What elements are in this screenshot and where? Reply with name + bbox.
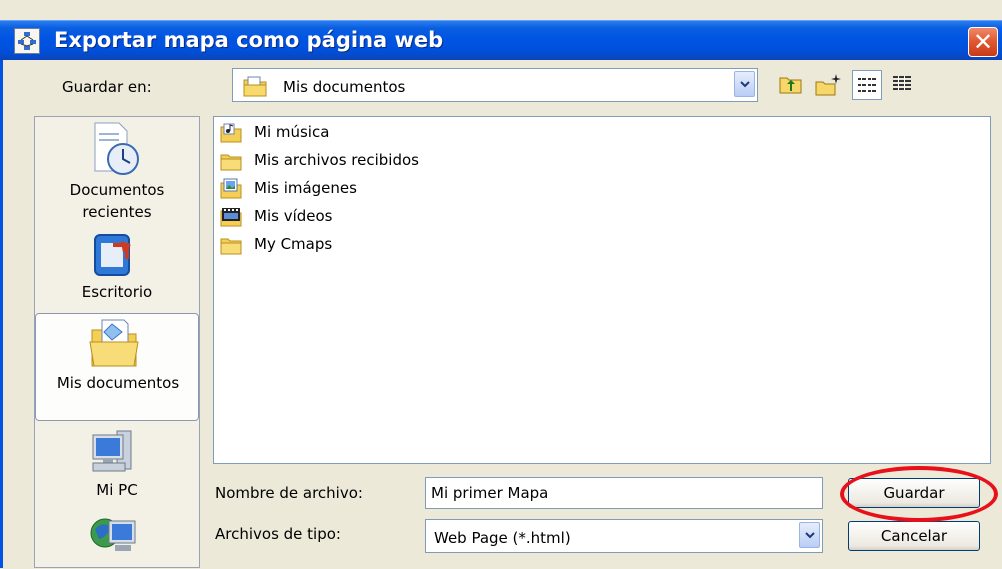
file-name: Mi música — [254, 123, 330, 141]
place-my-documents[interactable]: Mis documentos — [35, 313, 199, 421]
file-name: Mis vídeos — [254, 207, 333, 225]
network-places-icon — [90, 518, 136, 551]
details-view-icon — [893, 76, 911, 90]
new-folder-icon — [815, 74, 841, 96]
chevron-down-icon — [805, 532, 815, 539]
details-view-button[interactable] — [888, 70, 918, 100]
up-one-level-icon — [779, 77, 802, 94]
place-desktop[interactable]: Escritorio — [35, 229, 199, 309]
filetype-dropdown-button[interactable] — [799, 522, 820, 548]
place-label: Mis documentos — [56, 374, 180, 392]
place-recent-documents[interactable]: Documentos recientes — [35, 119, 199, 229]
close-button[interactable]: ✕ — [968, 27, 998, 57]
save-in-value: Mis documentos — [283, 78, 406, 96]
close-icon: ✕ — [972, 28, 994, 56]
list-view-icon — [858, 78, 876, 92]
filename-label: Nombre de archivo: — [215, 484, 363, 502]
filename-field[interactable] — [425, 477, 823, 509]
save-in-dropdown[interactable]: Mis documentos — [232, 68, 758, 102]
highlight-ring — [840, 466, 998, 522]
new-folder-button[interactable] — [812, 70, 842, 100]
filetype-dropdown[interactable]: Web Page (*.html) — [425, 519, 823, 553]
recent-documents-icon — [94, 122, 139, 175]
cancel-button[interactable]: Cancelar — [848, 521, 980, 551]
place-my-computer[interactable]: Mi PC — [35, 427, 199, 507]
music-folder-icon — [220, 123, 242, 143]
pictures-folder-icon — [220, 178, 242, 199]
videos-folder-icon — [220, 208, 242, 227]
place-label: Documentos — [69, 181, 165, 199]
place-label: recientes — [82, 203, 152, 221]
dialog-title: Exportar mapa como página web — [54, 28, 444, 52]
place-label: Escritorio — [81, 283, 153, 301]
filename-input[interactable] — [427, 479, 817, 507]
folder-icon — [220, 238, 242, 255]
save-in-dropdown-button[interactable] — [734, 71, 755, 97]
filetype-value: Web Page (*.html) — [434, 529, 571, 547]
place-label: Mi PC — [96, 481, 138, 499]
chevron-down-icon — [740, 81, 750, 88]
up-one-level-button[interactable] — [776, 70, 806, 100]
file-name: Mis archivos recibidos — [254, 151, 419, 169]
my-documents-small-icon — [243, 76, 267, 97]
place-network[interactable] — [35, 509, 199, 567]
save-in-label: Guardar en: — [62, 78, 152, 96]
my-documents-icon — [89, 319, 139, 367]
places-bar: Documentos recientes Escritorio Mis docu… — [34, 116, 200, 568]
filetype-label: Archivos de tipo: — [215, 525, 341, 543]
file-name: Mis imágenes — [254, 179, 357, 197]
cmap-app-icon — [14, 28, 40, 54]
my-computer-icon — [92, 430, 132, 472]
title-bar[interactable]: Exportar mapa como página web ✕ — [0, 20, 1002, 60]
file-list[interactable]: Mi música Mis archivos recibidos Mis imá… — [213, 116, 991, 464]
window-frame-left — [0, 60, 3, 568]
list-view-button[interactable] — [852, 70, 882, 100]
desktop-icon — [94, 234, 131, 276]
file-name: My Cmaps — [254, 235, 333, 253]
folder-icon — [220, 154, 242, 171]
